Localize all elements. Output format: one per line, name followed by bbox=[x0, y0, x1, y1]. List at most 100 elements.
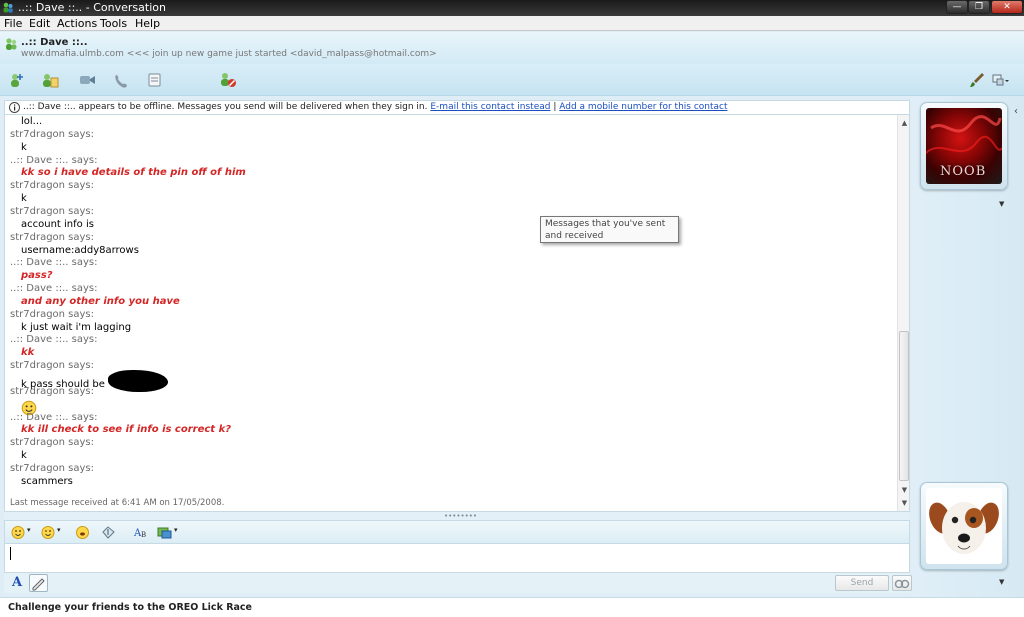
message-text: and any other info you have bbox=[21, 296, 180, 308]
close-button[interactable]: ✕ bbox=[991, 0, 1023, 14]
my-display-picture[interactable] bbox=[920, 482, 1008, 570]
message-text: k just wait i'm lagging bbox=[21, 322, 131, 334]
contact-name[interactable]: ..:: Dave ::.. bbox=[21, 37, 88, 49]
history-scrollbar[interactable]: ▲ ▼ ▼ bbox=[897, 115, 909, 511]
scroll-end-arrow-icon[interactable]: ▼ bbox=[900, 499, 909, 508]
send-button[interactable]: Send bbox=[835, 575, 889, 591]
menu-actions[interactable]: Actions bbox=[57, 17, 97, 30]
sender-label: str7dragon says: bbox=[10, 360, 95, 371]
background-icon[interactable] bbox=[157, 525, 172, 540]
font-style-icon[interactable]: AB bbox=[133, 525, 148, 540]
history-tooltip: Messages that you've sent and received bbox=[540, 216, 679, 243]
message-body: pass? bbox=[21, 270, 53, 281]
message-text: username:addy8arrows bbox=[21, 245, 139, 257]
svg-text:B: B bbox=[141, 531, 146, 539]
message-body: lol... bbox=[21, 116, 43, 127]
conversation-toolbar bbox=[0, 64, 1024, 96]
message-sender: str7dragon says: bbox=[10, 463, 94, 475]
sender-label: ..:: Dave ::.. says: bbox=[10, 257, 98, 268]
conversation-history[interactable]: lol... str7dragon says: k..:: Dave ::.. sa… bbox=[4, 115, 910, 512]
search-button[interactable] bbox=[892, 575, 912, 591]
message-body: k bbox=[21, 450, 27, 461]
message-sender: str7dragon says: bbox=[10, 437, 94, 449]
add-mobile-link[interactable]: Add a mobile number for this contact bbox=[559, 102, 727, 112]
sender-label: ..:: Dave ::.. says: bbox=[10, 334, 98, 345]
video-icon[interactable] bbox=[78, 71, 96, 89]
contact-display-picture[interactable]: NOOB bbox=[920, 102, 1008, 190]
message-body: kk bbox=[21, 347, 35, 358]
pane-splitter[interactable]: •••••••• bbox=[4, 512, 910, 520]
message-body: k bbox=[21, 193, 27, 204]
message-text: kk bbox=[21, 347, 34, 359]
messenger-app-icon bbox=[3, 2, 13, 13]
message-body: and any other info you have bbox=[21, 296, 180, 307]
display-pictures-column: NOOB ▼ ▼ bbox=[912, 96, 1024, 597]
message-text: scammers bbox=[21, 476, 73, 488]
message-input-area[interactable] bbox=[4, 543, 910, 573]
message-sender: ..:: Dave ::.. says: bbox=[10, 334, 97, 346]
dog-picture-icon bbox=[926, 488, 1002, 564]
collapse-pane-chevron-icon[interactable]: ‹ bbox=[1014, 106, 1018, 117]
message-text: kk so i have details of the pin off of h… bbox=[21, 167, 246, 179]
title-bar[interactable]: ..:: Dave ::.. - Conversation — ❐ ✕ bbox=[0, 0, 1024, 16]
offline-message: ..:: Dave ::.. appears to be offline. Me… bbox=[23, 102, 428, 112]
message-sender: str7dragon says: bbox=[10, 232, 94, 244]
my-picture-options-icon[interactable]: ▼ bbox=[999, 578, 1004, 586]
contact-picture-options-icon[interactable]: ▼ bbox=[999, 200, 1004, 208]
emoticon-icon[interactable] bbox=[11, 525, 26, 540]
message-text: account info is bbox=[21, 219, 94, 231]
last-message-status: Last message received at 6:41 AM on 17/0… bbox=[10, 498, 225, 508]
message-body: scammers bbox=[21, 476, 73, 487]
redacted-scribble bbox=[107, 370, 168, 392]
send-files-icon[interactable] bbox=[41, 71, 59, 89]
voice-clip-icon[interactable] bbox=[75, 525, 90, 540]
message-input[interactable] bbox=[5, 544, 909, 572]
menu-file[interactable]: File bbox=[4, 17, 22, 30]
wink-icon[interactable] bbox=[41, 525, 56, 540]
handwriting-button[interactable] bbox=[29, 574, 48, 592]
message-sender: ..:: Dave ::.. says: bbox=[10, 155, 97, 167]
formatting-toolbar: ▾ ▾ AB ▾ bbox=[4, 520, 910, 543]
paint-brush-icon[interactable] bbox=[968, 71, 986, 89]
display-options-icon[interactable] bbox=[991, 71, 1009, 89]
background-dropdown-arrow-icon[interactable]: ▾ bbox=[174, 526, 178, 534]
nudge-icon[interactable] bbox=[101, 525, 116, 540]
call-icon[interactable] bbox=[113, 71, 131, 89]
sender-label: str7dragon says: bbox=[10, 463, 95, 474]
block-icon[interactable] bbox=[219, 71, 237, 89]
sender-label: ..:: Dave ::.. says: bbox=[10, 155, 98, 166]
message-sender: str7dragon says: bbox=[10, 206, 94, 218]
splitter-grip[interactable]: •••••••• bbox=[444, 513, 477, 520]
message-body: account info is bbox=[21, 219, 94, 230]
message-sender: str7dragon says: bbox=[10, 309, 94, 321]
email-contact-link[interactable]: E-mail this contact instead bbox=[430, 102, 550, 112]
scroll-down-arrow-icon[interactable]: ▼ bbox=[900, 486, 909, 495]
offline-info-bar: ..:: Dave ::.. appears to be offline. Me… bbox=[4, 100, 910, 115]
sender-label: str7dragon says: bbox=[10, 232, 95, 243]
message-body: k just wait i'm lagging bbox=[21, 322, 132, 333]
message-sender: ..:: Dave ::.. says: bbox=[10, 412, 97, 424]
menu-edit[interactable]: Edit bbox=[29, 17, 50, 30]
contact-status-icon bbox=[6, 38, 17, 50]
message-text: kk ill check to see if info is correct k… bbox=[21, 424, 231, 436]
font-icon[interactable]: A bbox=[9, 575, 25, 591]
contact-personal-message: www.dmafia.ulmb.com <<< join up new game… bbox=[21, 49, 437, 59]
activities-icon[interactable] bbox=[146, 71, 164, 89]
message-body: username:addy8arrows bbox=[21, 245, 139, 256]
menu-help[interactable]: Help bbox=[135, 17, 160, 30]
menu-tools[interactable]: Tools bbox=[100, 17, 127, 30]
invite-icon[interactable] bbox=[8, 71, 26, 89]
message-body: k bbox=[21, 142, 27, 153]
scroll-up-arrow-icon[interactable]: ▲ bbox=[900, 119, 909, 128]
advertisement-bar[interactable]: Challenge your friends to the OREO Lick … bbox=[0, 597, 1024, 617]
sender-label: str7dragon says: bbox=[10, 309, 95, 320]
message-sender: ..:: Dave ::.. says: bbox=[10, 257, 97, 269]
emoticon-dropdown-arrow-icon[interactable]: ▾ bbox=[27, 526, 31, 534]
wink-dropdown-arrow-icon[interactable]: ▾ bbox=[57, 526, 61, 534]
scrollbar-thumb[interactable] bbox=[899, 331, 909, 481]
maximize-button[interactable]: ❐ bbox=[968, 0, 990, 14]
minimize-button[interactable]: — bbox=[946, 0, 968, 14]
contact-picture-label: NOOB bbox=[940, 164, 987, 179]
message-body: kk so i have details of the pin off of h… bbox=[21, 167, 246, 178]
ad-text[interactable]: Challenge your friends to the OREO Lick … bbox=[8, 602, 252, 614]
